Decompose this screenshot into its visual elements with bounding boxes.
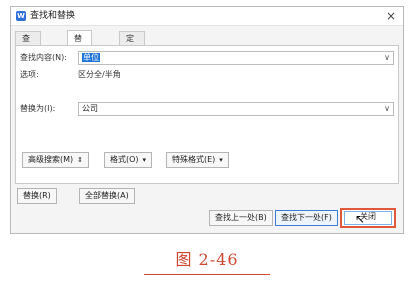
close-icon[interactable]: ×	[384, 9, 398, 23]
find-value-wrap: 单位	[82, 53, 100, 63]
format-label: 格式(O)	[110, 155, 139, 164]
find-next-button[interactable]: 查找下一处(F)	[275, 210, 338, 226]
tab-find[interactable]: 查找(D)	[15, 31, 42, 71]
dialog-title: 查找和替换	[30, 11, 76, 21]
close-button[interactable]: 关闭	[340, 208, 396, 228]
replace-all-button[interactable]: 全部替换(A)	[79, 188, 135, 204]
special-format-label: 特殊格式(E)	[172, 155, 216, 164]
find-replace-dialog: W 查找和替换 × 查找(D) 替换(P) 定位(G) 查找内容(N): 单位 …	[10, 6, 404, 234]
dropdown-arrow-icon: ▾	[142, 156, 147, 164]
dropdown-arrow-icon: ▾	[219, 156, 223, 164]
replace-value: 公司	[82, 104, 98, 113]
replace-label: 替换为(I):	[20, 104, 56, 113]
figure-caption: 图 2-46	[175, 250, 239, 269]
chevron-down-icon[interactable]: ∨	[384, 52, 390, 64]
wps-writer-icon: W	[16, 11, 26, 21]
options-label: 选项:	[20, 70, 39, 79]
special-format-button[interactable]: 特殊格式(E) ▾	[166, 152, 229, 168]
replace-input[interactable]: 公司 ∨	[78, 102, 394, 116]
options-value: 区分全/半角	[78, 70, 121, 79]
replace-panel: 查找内容(N): 单位 ∨ 选项: 区分全/半角 替换为(I): 公司 ∨ 高级…	[15, 45, 399, 184]
tab-replace[interactable]: 替换(P)	[67, 30, 93, 73]
advanced-search-label: 高级搜索(M)	[28, 155, 74, 164]
find-value: 单位	[82, 53, 100, 62]
advanced-search-button[interactable]: 高级搜索(M) ⇕	[22, 152, 90, 168]
find-input[interactable]: 单位 ∨	[78, 51, 394, 65]
mouse-pointer-icon: ↖	[355, 212, 366, 226]
find-previous-button[interactable]: 查找上一处(B)	[209, 210, 273, 226]
close-button-label: 关闭	[344, 211, 392, 225]
caption-underline	[144, 274, 270, 275]
title-bar: W 查找和替换 ×	[11, 7, 403, 26]
double-chevron-icon: ⇕	[77, 156, 84, 164]
find-label: 查找内容(N):	[20, 53, 67, 62]
tab-goto[interactable]: 定位(G)	[119, 31, 146, 71]
replace-button[interactable]: 替换(R)	[17, 188, 57, 204]
format-button[interactable]: 格式(O) ▾	[104, 152, 153, 168]
chevron-down-icon[interactable]: ∨	[384, 103, 390, 115]
